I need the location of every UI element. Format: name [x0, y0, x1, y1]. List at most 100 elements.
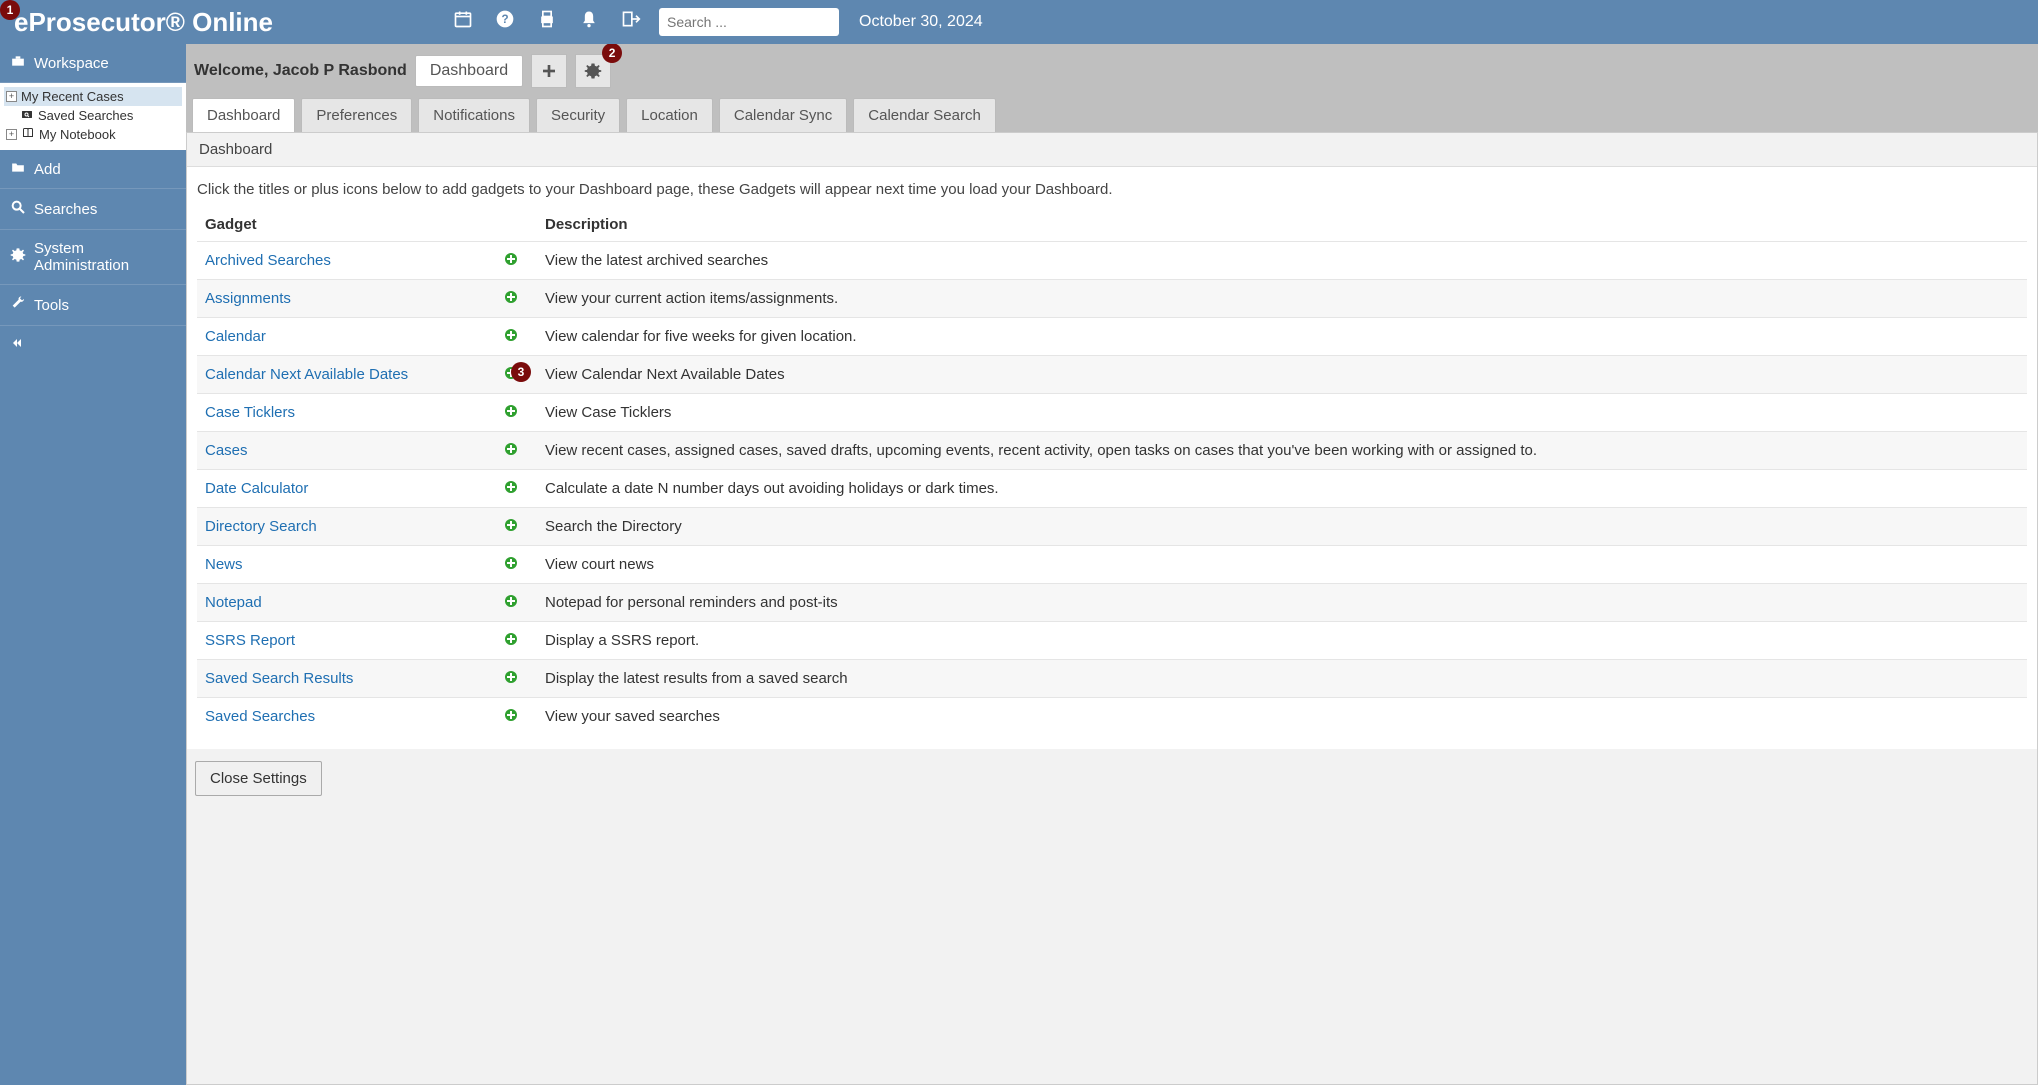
gadget-row: Calendar Next Available Dates 3 View Calen…	[197, 356, 2027, 394]
panel-body: Click the titles or plus icons below to …	[187, 167, 2037, 749]
gadget-desc: View calendar for five weeks for given l…	[537, 318, 2027, 356]
tab-security[interactable]: Security	[536, 98, 620, 132]
sidebar-workspace[interactable]: Workspace	[0, 44, 186, 83]
tab-calendar-sync[interactable]: Calendar Sync	[719, 98, 847, 132]
gadget-link[interactable]: Calendar	[205, 328, 266, 345]
gadget-desc: View the latest archived searches	[537, 242, 2027, 280]
workspace-tree: + My Recent Cases Saved Searches + My No…	[0, 83, 186, 150]
search-folder-icon	[20, 108, 34, 123]
gadget-link[interactable]: Cases	[205, 442, 248, 459]
gadget-desc: Display the latest results from a saved …	[537, 660, 2027, 698]
annotation-badge-2: 2	[602, 44, 622, 63]
gadget-desc: Search the Directory	[537, 508, 2027, 546]
gadget-link[interactable]: Archived Searches	[205, 252, 331, 269]
gadget-link[interactable]: SSRS Report	[205, 632, 295, 649]
add-tab-button[interactable]	[531, 54, 567, 88]
sidebar-add[interactable]: Add	[0, 150, 186, 189]
gadget-desc: Notepad for personal reminders and post-…	[537, 584, 2027, 622]
gadget-row: NewsView court news	[197, 546, 2027, 584]
gadget-row: Cases View recent cases, assigned cases, …	[197, 432, 2027, 470]
close-settings-button[interactable]: Close Settings	[195, 761, 322, 796]
add-gadget-icon[interactable]	[505, 443, 517, 455]
gadget-link[interactable]: Assignments	[205, 290, 291, 307]
search-icon	[10, 199, 26, 219]
gadget-desc: View your current action items/assignmen…	[537, 280, 2027, 318]
add-folder-icon	[10, 160, 26, 178]
app-title: eProsecutor® Online	[10, 7, 273, 38]
sidebar-tools[interactable]: Tools	[0, 285, 186, 326]
tab-notifications[interactable]: Notifications	[418, 98, 530, 132]
settings-button[interactable]: 2	[575, 54, 611, 88]
gadget-link[interactable]: Saved Searches	[205, 708, 315, 725]
gadget-link[interactable]: Directory Search	[205, 518, 317, 535]
gadget-row: Assignments View your current action item…	[197, 280, 2027, 318]
add-gadget-icon[interactable]	[505, 253, 517, 265]
add-gadget-icon[interactable]	[505, 595, 517, 607]
tree-expander-icon[interactable]: +	[6, 129, 17, 140]
sidebar-sysadmin[interactable]: System Administration	[0, 230, 186, 285]
tab-dashboard[interactable]: Dashboard	[192, 98, 295, 132]
tree-saved-searches[interactable]: Saved Searches	[4, 106, 182, 125]
add-gadget-icon[interactable]	[505, 633, 517, 645]
tab-calendar-search[interactable]: Calendar Search	[853, 98, 996, 132]
gadget-row: Directory Search Search the Directory	[197, 508, 2027, 546]
workspace-icon	[10, 54, 26, 72]
sidebar-searches[interactable]: Searches	[0, 189, 186, 230]
gadget-desc: View Calendar Next Available Dates	[537, 356, 2027, 394]
sidebar: Workspace + My Recent Cases Saved Search…	[0, 44, 186, 1085]
print-icon[interactable]	[537, 9, 557, 35]
tree-my-recent-cases[interactable]: + My Recent Cases	[4, 87, 182, 106]
col-gadget: Gadget	[197, 208, 497, 242]
dashboard-tab[interactable]: Dashboard	[415, 55, 523, 87]
tab-preferences[interactable]: Preferences	[301, 98, 412, 132]
gadget-desc: View Case Ticklers	[537, 394, 2027, 432]
add-gadget-icon[interactable]	[505, 481, 517, 493]
gadget-link[interactable]: Saved Search Results	[205, 670, 353, 687]
panel-header: Dashboard	[187, 133, 2037, 167]
settings-tabs: Dashboard Preferences Notifications Secu…	[186, 98, 2038, 132]
gadget-link[interactable]: News	[205, 556, 243, 573]
add-gadget-icon[interactable]	[505, 709, 517, 721]
add-gadget-icon[interactable]	[505, 329, 517, 341]
add-gadget-icon[interactable]	[505, 291, 517, 303]
col-description: Description	[537, 208, 2027, 242]
add-gadget-icon[interactable]	[505, 557, 517, 569]
help-icon[interactable]: ?	[495, 9, 515, 35]
welcome-row: Welcome, Jacob P Rasbond Dashboard 2	[186, 44, 2038, 98]
gadget-row: Case Ticklers View Case Ticklers	[197, 394, 2027, 432]
sidebar-tools-label: Tools	[34, 297, 69, 314]
gadget-desc: View recent cases, assigned cases, saved…	[537, 432, 2027, 470]
tab-location[interactable]: Location	[626, 98, 713, 132]
sidebar-searches-label: Searches	[34, 201, 97, 218]
content-panel: Dashboard Click the titles or plus icons…	[186, 132, 2038, 1085]
add-gadget-icon[interactable]	[505, 519, 517, 531]
intro-text: Click the titles or plus icons below to …	[197, 181, 2027, 198]
logout-icon[interactable]	[621, 9, 641, 35]
gadget-link[interactable]: Notepad	[205, 594, 262, 611]
sidebar-collapse[interactable]	[0, 326, 186, 362]
sidebar-add-label: Add	[34, 161, 61, 178]
gear-icon	[10, 247, 26, 267]
calendar-icon[interactable]	[453, 9, 473, 35]
welcome-text: Welcome, Jacob P Rasbond	[194, 62, 407, 80]
gadget-row: Calendar View calendar for five weeks for…	[197, 318, 2027, 356]
main-content: Welcome, Jacob P Rasbond Dashboard 2 Das…	[186, 44, 2038, 1085]
add-gadget-icon[interactable]	[505, 405, 517, 417]
gadget-link[interactable]: Date Calculator	[205, 480, 308, 497]
svg-text:?: ?	[501, 13, 508, 26]
gadget-link[interactable]: Calendar Next Available Dates	[205, 366, 408, 383]
header-bar: eProsecutor® Online ? October 30, 2024	[0, 0, 2038, 44]
sidebar-workspace-label: Workspace	[34, 55, 109, 72]
notebook-icon	[21, 127, 35, 142]
tree-my-notebook[interactable]: + My Notebook	[4, 125, 182, 144]
gadget-row: SSRS ReportDisplay a SSRS report.	[197, 622, 2027, 660]
gadget-link[interactable]: Case Ticklers	[205, 404, 295, 421]
close-settings-row: Close Settings	[187, 749, 2037, 808]
gadget-row: Date CalculatorCalculate a date N number…	[197, 470, 2027, 508]
gadget-row: Saved Search Results Display the latest r…	[197, 660, 2027, 698]
search-input[interactable]	[659, 8, 839, 36]
tree-expander-icon[interactable]: +	[6, 91, 17, 102]
bell-icon[interactable]	[579, 9, 599, 35]
add-gadget-icon[interactable]	[505, 671, 517, 683]
annotation-badge-3: 3	[511, 362, 531, 382]
